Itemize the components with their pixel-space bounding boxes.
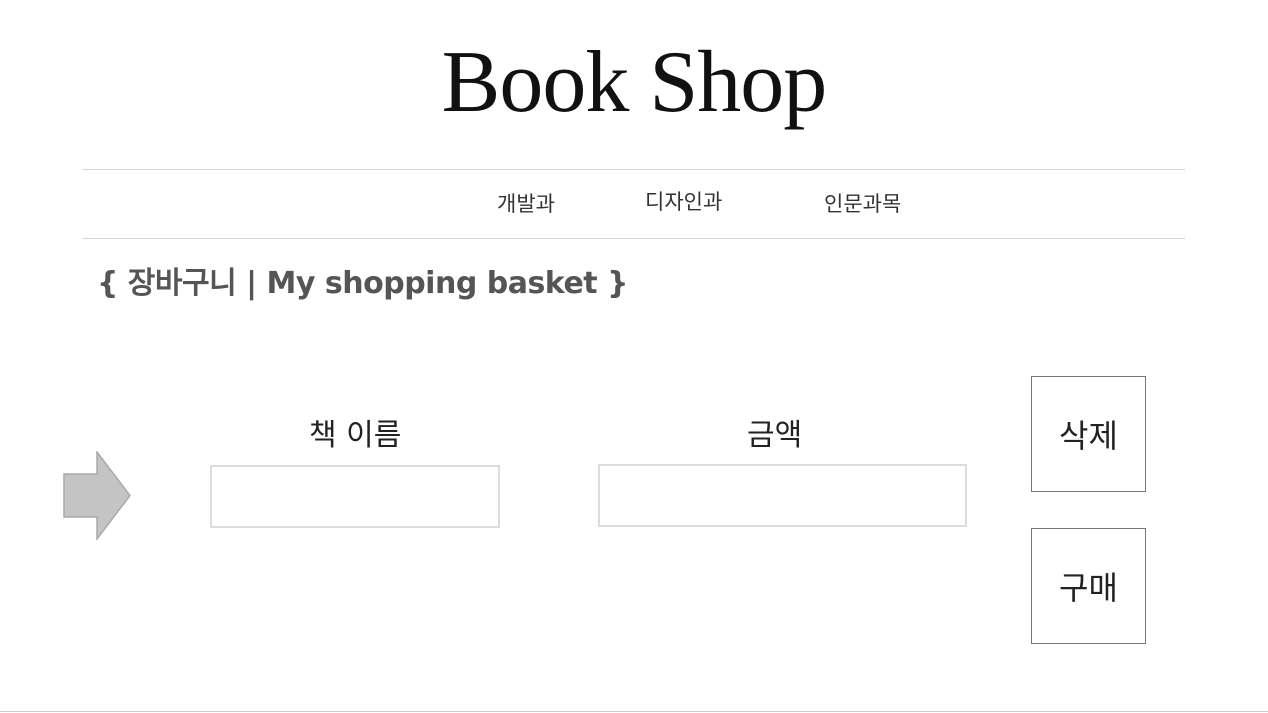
basket-title: { 장바구니 | My shopping basket }: [97, 266, 628, 301]
nav-top-divider: [82, 169, 1185, 170]
nav-bottom-divider: [82, 238, 1185, 239]
price-field[interactable]: [598, 464, 967, 527]
nav-item-humanities[interactable]: 인문과목: [824, 188, 901, 218]
site-logo[interactable]: Book Shop: [0, 28, 1268, 138]
footer-divider: [0, 711, 1268, 712]
nav-item-design[interactable]: 디자인과: [645, 186, 722, 216]
arrow-right-icon: [63, 451, 131, 540]
delete-button-label: 삭제: [1059, 417, 1118, 455]
price-label: 금액: [747, 418, 803, 453]
delete-button[interactable]: 삭제: [1031, 376, 1146, 492]
nav-item-development[interactable]: 개발과: [497, 188, 555, 218]
buy-button-label: 구매: [1059, 569, 1118, 607]
buy-button[interactable]: 구매: [1031, 528, 1146, 644]
book-name-field[interactable]: [210, 465, 500, 528]
book-name-label: 책 이름: [309, 418, 402, 453]
